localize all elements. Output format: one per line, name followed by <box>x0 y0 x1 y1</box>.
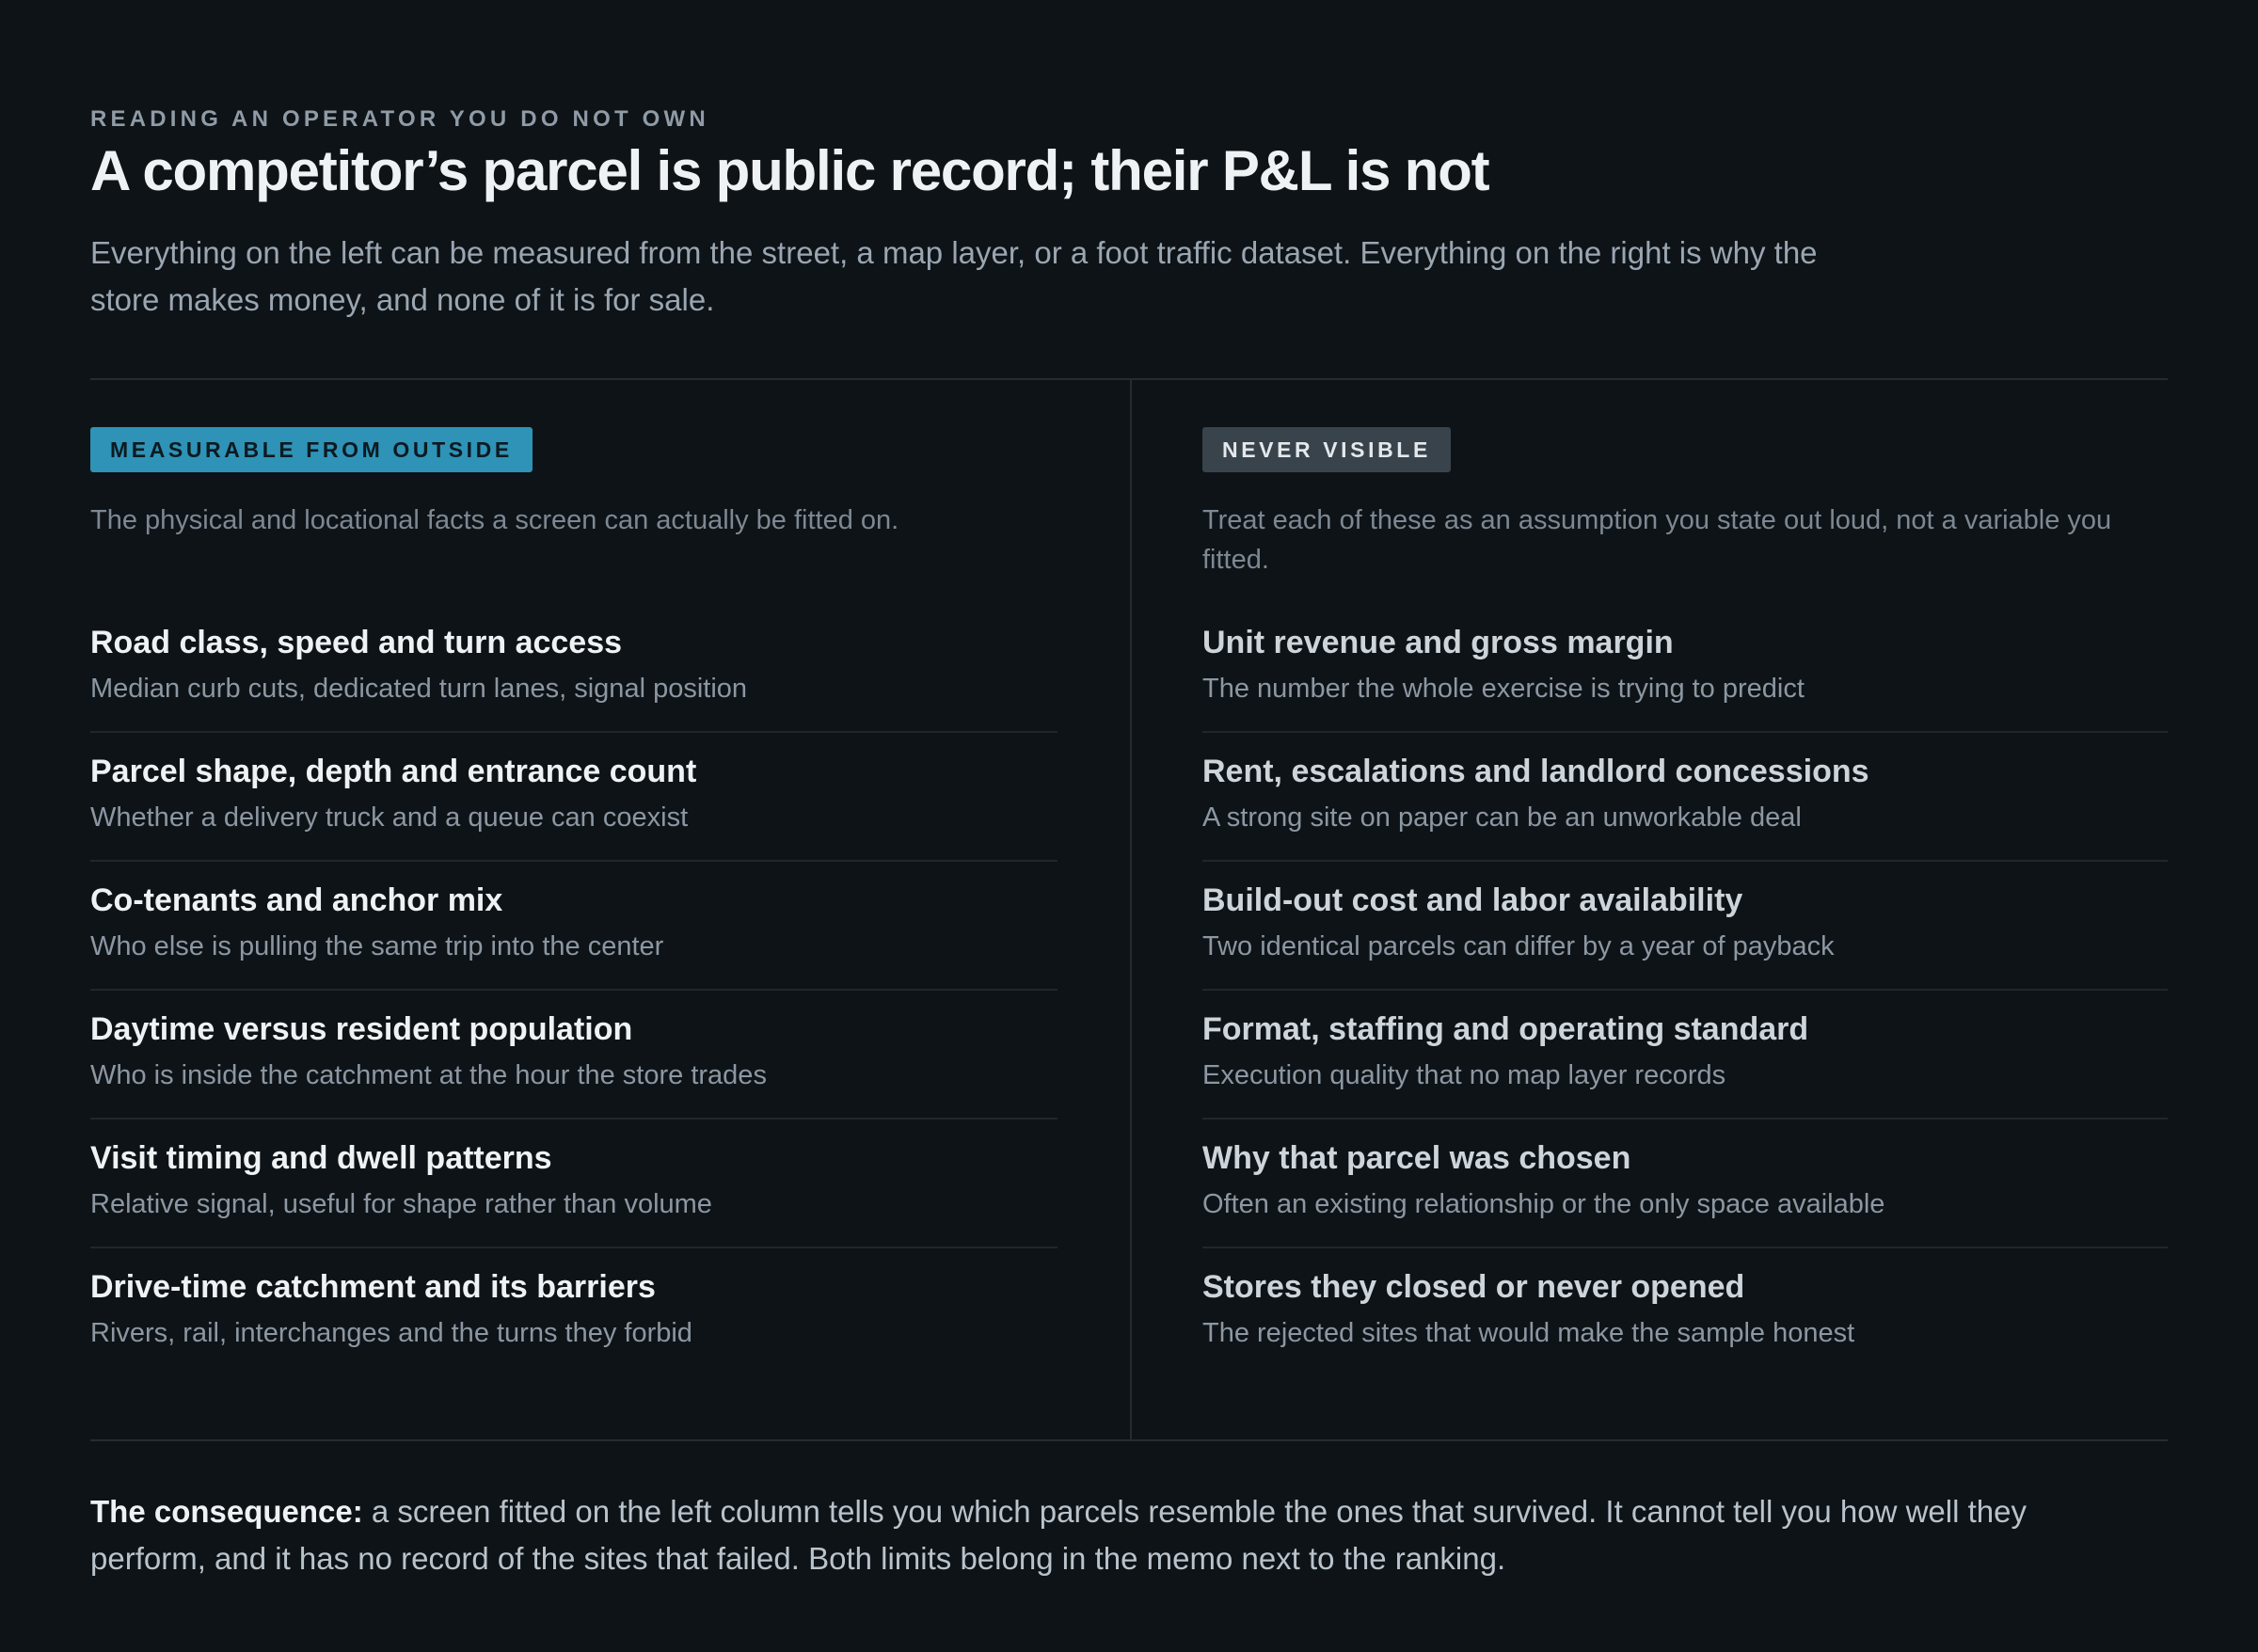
item-subtitle: Relative signal, useful for shape rather… <box>90 1189 712 1219</box>
item-title: Stores they closed or never opened <box>1202 1269 1745 1305</box>
page: READING AN OPERATOR YOU DO NOT OWN A com… <box>0 0 2258 1652</box>
list-item: Unit revenue and gross margin The number… <box>1202 604 2168 733</box>
item-subtitle: The rejected sites that would make the s… <box>1202 1318 1855 1348</box>
item-subtitle: Who is inside the catchment at the hour … <box>90 1060 767 1090</box>
list-item: Format, staffing and operating standard … <box>1202 991 2168 1120</box>
list-item: Stores they closed or never opened The r… <box>1202 1248 2168 1377</box>
item-title: Drive-time catchment and its barriers <box>90 1269 656 1305</box>
list-item: Road class, speed and turn access Median… <box>90 604 1057 733</box>
never-visible-description: Treat each of these as an assumption you… <box>1202 505 2112 575</box>
list-item: Build-out cost and labor availability Tw… <box>1202 862 2168 991</box>
eyebrow: READING AN OPERATOR YOU DO NOT OWN <box>90 106 709 132</box>
list-item: Co-tenants and anchor mix Who else is pu… <box>90 862 1057 991</box>
item-title: Format, staffing and operating standard <box>1202 1011 1809 1047</box>
never-visible-tag: NEVER VISIBLE <box>1202 427 1451 472</box>
item-subtitle: Often an existing relationship or the on… <box>1202 1189 1885 1219</box>
list-item: Visit timing and dwell patterns Relative… <box>90 1120 1057 1248</box>
item-subtitle: The number the whole exercise is trying … <box>1202 674 1805 704</box>
measurable-tag: MEASURABLE FROM OUTSIDE <box>90 427 533 472</box>
never-visible-column: NEVER VISIBLE Treat each of these as an … <box>1202 427 2168 1377</box>
consequence-lead: The consequence: <box>90 1494 363 1529</box>
item-title: Why that parcel was chosen <box>1202 1140 1631 1176</box>
item-title: Unit revenue and gross margin <box>1202 625 1674 660</box>
item-title: Parcel shape, depth and entrance count <box>90 754 697 789</box>
item-subtitle: Median curb cuts, dedicated turn lanes, … <box>90 674 748 704</box>
item-title: Rent, escalations and landlord concessio… <box>1202 754 1869 789</box>
list-item: Rent, escalations and landlord concessio… <box>1202 733 2168 862</box>
page-title: A competitor’s parcel is public record; … <box>90 139 1490 202</box>
measurable-description: The physical and locational facts a scre… <box>90 505 899 535</box>
item-subtitle: Execution quality that no map layer reco… <box>1202 1060 1726 1090</box>
item-subtitle: Two identical parcels can differ by a ye… <box>1202 931 1835 961</box>
item-subtitle: Rivers, rail, interchanges and the turns… <box>90 1318 692 1348</box>
item-title: Daytime versus resident population <box>90 1011 633 1047</box>
list-item: Why that parcel was chosen Often an exis… <box>1202 1120 2168 1248</box>
item-title: Visit timing and dwell patterns <box>90 1140 552 1176</box>
item-title: Road class, speed and turn access <box>90 625 623 660</box>
consequence-text: a screen fitted on the left column tells… <box>90 1494 2027 1576</box>
measurable-column: MEASURABLE FROM OUTSIDE The physical and… <box>90 427 1057 1377</box>
comparison-columns: MEASURABLE FROM OUTSIDE The physical and… <box>90 378 2168 1441</box>
consequence-note: The consequence: a screen fitted on the … <box>90 1488 2057 1582</box>
column-divider <box>1130 380 1132 1439</box>
list-item: Drive-time catchment and its barriers Ri… <box>90 1248 1057 1377</box>
list-item: Daytime versus resident population Who i… <box>90 991 1057 1120</box>
item-subtitle: Whether a delivery truck and a queue can… <box>90 802 689 833</box>
page-lede: Everything on the left can be measured f… <box>90 235 1818 317</box>
item-subtitle: Who else is pulling the same trip into t… <box>90 931 664 961</box>
list-item: Parcel shape, depth and entrance count W… <box>90 733 1057 862</box>
item-title: Co-tenants and anchor mix <box>90 882 503 918</box>
item-title: Build-out cost and labor availability <box>1202 882 1743 918</box>
item-subtitle: A strong site on paper can be an unworka… <box>1202 802 1802 833</box>
